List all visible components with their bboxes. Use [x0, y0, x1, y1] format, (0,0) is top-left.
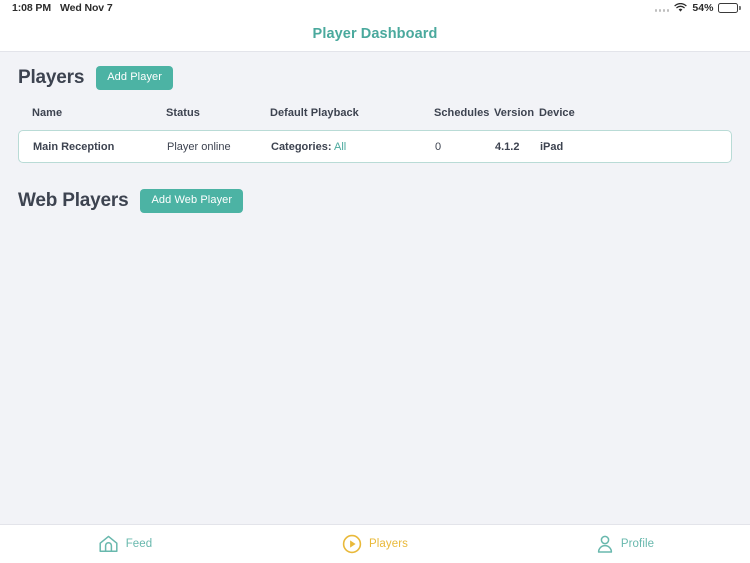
play-circle-icon: [342, 534, 362, 554]
status-bar-left: 1:08 PM Wed Nov 7: [12, 2, 113, 14]
column-header-status: Status: [166, 107, 200, 119]
web-players-section-title: Web Players: [18, 190, 129, 211]
players-section-header: Players Add Player: [18, 66, 732, 90]
player-device: iPad: [540, 140, 564, 153]
column-header-playback: Default Playback: [270, 107, 359, 119]
status-date: Wed Nov 7: [59, 2, 113, 14]
tab-players[interactable]: Players: [250, 525, 500, 563]
playback-value-link[interactable]: All: [334, 141, 346, 153]
status-bar-right: 54%: [654, 2, 741, 14]
main-content: Players Add Player Name Status Default P…: [0, 52, 750, 524]
players-table-header-row: Name Status Default Playback Schedules V…: [18, 103, 732, 123]
status-bar: 1:08 PM Wed Nov 7 54%: [0, 0, 750, 16]
tab-feed-label: Feed: [125, 538, 153, 550]
player-version: 4.1.2: [495, 140, 520, 153]
page-title: Player Dashboard: [312, 25, 438, 42]
battery-percent-label: 54%: [692, 2, 714, 14]
table-row[interactable]: Main Reception Player online Categories:…: [18, 130, 732, 163]
app-screen: 1:08 PM Wed Nov 7 54% Player Dashboard P…: [0, 0, 750, 563]
tab-feed[interactable]: Feed: [0, 525, 250, 563]
wifi-icon: [674, 3, 687, 12]
web-players-section-header: Web Players Add Web Player: [18, 189, 732, 213]
column-header-name: Name: [32, 107, 63, 119]
players-section-title: Players: [18, 67, 85, 88]
signal-dots-icon: [654, 5, 670, 12]
home-icon: [99, 535, 118, 553]
nav-header: Player Dashboard: [0, 16, 750, 52]
add-player-button[interactable]: Add Player: [96, 66, 174, 90]
player-default-playback: Categories: All: [271, 141, 435, 153]
player-schedules-link[interactable]: 0: [435, 141, 495, 153]
column-header-schedules: Schedules: [434, 107, 490, 119]
player-name: Main Reception: [33, 140, 115, 153]
players-table: Name Status Default Playback Schedules V…: [18, 103, 732, 163]
tab-profile[interactable]: Profile: [500, 525, 750, 563]
tab-profile-label: Profile: [620, 538, 655, 550]
battery-icon: [718, 3, 741, 13]
status-time: 1:08 PM: [12, 2, 51, 14]
column-header-version: Version: [494, 107, 535, 119]
player-status: Player online: [167, 140, 231, 153]
tab-players-label: Players: [368, 538, 409, 550]
bottom-tab-bar: Feed Players Profile: [0, 524, 750, 563]
playback-label: Categories:: [271, 140, 332, 153]
column-header-device: Device: [539, 107, 575, 119]
person-icon: [597, 535, 612, 553]
add-web-player-button[interactable]: Add Web Player: [140, 189, 244, 213]
